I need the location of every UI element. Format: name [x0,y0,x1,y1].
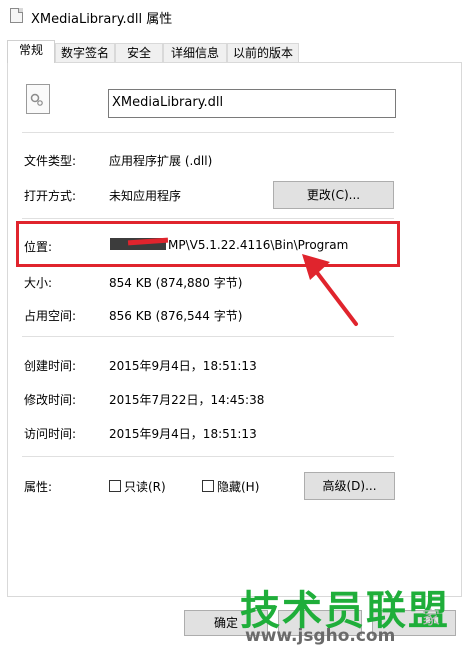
separator [22,132,394,133]
opens-with-label: 打开方式: [24,189,77,203]
created-label: 创建时间: [24,359,77,373]
tab-strip: 常规 数字签名 安全 详细信息 以前的版本 [7,40,462,63]
hidden-checkbox[interactable] [202,480,214,492]
readonly-label[interactable]: 只读(R) [124,478,166,495]
size-on-disk-value: 856 KB (876,544 字节) [109,309,243,323]
size-label: 大小: [24,276,53,290]
window-title: XMediaLibrary.dll 属性 [31,12,173,27]
hidden-label[interactable]: 隐藏(H) [217,478,259,495]
change-button[interactable]: 更改(C)... [273,181,394,209]
file-icon [10,8,23,23]
watermark-url: www.jsgho.com [245,626,396,646]
attributes-label: 属性: [24,480,53,494]
location-label: 位置: [24,240,53,254]
size-value: 854 KB (874,880 字节) [109,276,243,290]
location-value[interactable]: MP\V5.1.22.4116\Bin\Program [168,238,348,252]
tab-digital-signature[interactable]: 数字签名 [55,43,115,62]
gear-icon [30,93,43,106]
opens-with-value: 未知应用程序 [109,189,182,203]
advanced-button[interactable]: 高级(D)... [304,472,395,500]
accessed-label: 访问时间: [24,427,77,441]
tab-previous-versions[interactable]: 以前的版本 [227,43,299,62]
dll-file-icon [26,84,50,114]
tab-details[interactable]: 详细信息 [163,43,227,62]
tab-security[interactable]: 安全 [115,43,163,62]
modified-label: 修改时间: [24,393,77,407]
file-type-value: 应用程序扩展 (.dll) [109,154,213,168]
size-on-disk-label: 占用空间: [24,309,77,323]
readonly-checkbox[interactable] [109,480,121,492]
file-name-field[interactable]: XMediaLibrary.dll [108,89,396,118]
title-bar: XMediaLibrary.dll 属性 [0,0,469,32]
file-type-label: 文件类型: [24,154,77,168]
accessed-value: 2015年9月4日，18:51:13 [109,427,257,441]
general-panel [7,62,462,597]
separator [22,218,394,219]
separator [22,456,394,457]
watermark-extra: 家 [422,608,440,629]
created-value: 2015年9月4日，18:51:13 [109,359,257,373]
separator [22,336,394,337]
modified-value: 2015年7月22日，14:45:38 [109,393,265,407]
tab-general[interactable]: 常规 [7,40,55,63]
red-arrow-icon [302,254,358,326]
